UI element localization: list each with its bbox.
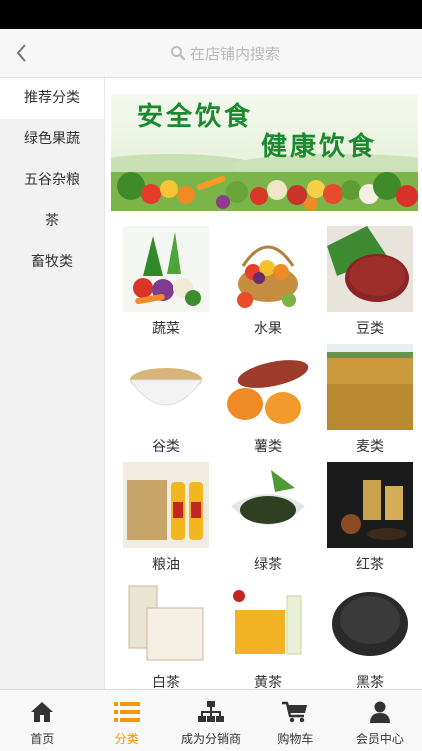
category-label: 白茶 [152,675,180,689]
search-placeholder: 在店铺内搜索 [190,44,281,63]
category-label: 蔬菜 [152,321,180,337]
sidebar-item-livestock[interactable]: 畜牧类 [0,242,104,283]
nav-label: 会员中心 [355,732,404,746]
back-button[interactable] [10,39,34,67]
category-label: 麦类 [356,439,384,455]
category-green-tea[interactable]: 绿茶 [225,462,311,573]
org-chart-icon [198,701,225,722]
category-grain-oil[interactable]: 粮油 [123,462,209,573]
sidebar-item-tea[interactable]: 茶 [0,201,104,242]
category-content: 安全饮食 健康饮食 蔬菜 水果 豆类 谷类 薯类 麦类 粮油 绿茶 红茶 白茶 … [105,78,422,689]
category-label: 绿茶 [254,557,282,573]
category-yellow-tea[interactable]: 黄茶 [225,580,311,689]
category-black-tea[interactable]: 红茶 [327,462,413,573]
sidebar-item-fruits-vegetables[interactable]: 绿色果蔬 [0,119,104,160]
nav-label: 分类 [114,732,139,746]
user-icon [369,701,390,723]
category-label: 黑茶 [356,675,384,689]
category-label: 水果 [254,321,282,337]
nav-category[interactable]: 分类 [84,690,168,751]
black-tea-image [327,462,413,548]
sidebar-item-recommended[interactable]: 推荐分类 [0,78,104,119]
category-sidebar: 推荐分类 绿色果蔬 五谷杂粮 茶 畜牧类 [0,78,105,689]
category-label: 红茶 [356,557,384,573]
nav-distributor[interactable]: 成为分销商 [169,690,253,751]
category-fruits[interactable]: 水果 [225,226,311,337]
fruits-image [225,226,311,312]
bottom-nav: 首页 分类 成为分销商 购物车 会员中心 [0,689,422,751]
chevron-left-icon [16,44,26,62]
category-label: 黄茶 [254,675,282,689]
promo-banner[interactable]: 安全饮食 健康饮食 [111,94,418,211]
nav-cart[interactable]: 购物车 [253,690,337,751]
dark-tea-image [327,580,413,666]
category-label: 粮油 [152,557,180,573]
home-icon [31,702,54,722]
banner-headline-2: 健康饮食 [261,132,378,162]
green-tea-image [225,462,311,548]
nav-label: 成为分销商 [181,732,242,746]
vegetables-image [123,226,209,312]
white-tea-image [123,580,209,666]
status-bar [0,0,422,29]
list-icon [113,702,140,722]
nav-label: 首页 [30,732,55,746]
nav-label: 购物车 [277,732,314,746]
nav-member-center[interactable]: 会员中心 [338,690,422,751]
grain-oil-image [123,462,209,548]
yellow-tea-image [225,580,311,666]
category-tubers[interactable]: 薯类 [225,344,311,455]
category-label: 谷类 [152,439,180,455]
search-input[interactable]: 在店铺内搜索 [170,42,280,64]
category-label: 豆类 [356,321,384,337]
top-bar: 在店铺内搜索 [0,29,422,78]
category-cereals[interactable]: 谷类 [123,344,209,455]
cereals-image [123,344,209,430]
category-vegetables[interactable]: 蔬菜 [123,226,209,337]
category-white-tea[interactable]: 白茶 [123,580,209,689]
nav-home[interactable]: 首页 [0,690,84,751]
cart-icon [282,701,308,723]
beans-image [327,226,413,312]
banner-headline-1: 安全饮食 [137,102,254,132]
search-icon [171,46,186,61]
wheat-field-image [327,344,413,430]
category-label: 薯类 [254,439,282,455]
tubers-image [225,344,311,430]
category-beans[interactable]: 豆类 [327,226,413,337]
sidebar-item-grains[interactable]: 五谷杂粮 [0,160,104,201]
category-dark-tea[interactable]: 黑茶 [327,580,413,689]
category-wheat[interactable]: 麦类 [327,344,413,455]
